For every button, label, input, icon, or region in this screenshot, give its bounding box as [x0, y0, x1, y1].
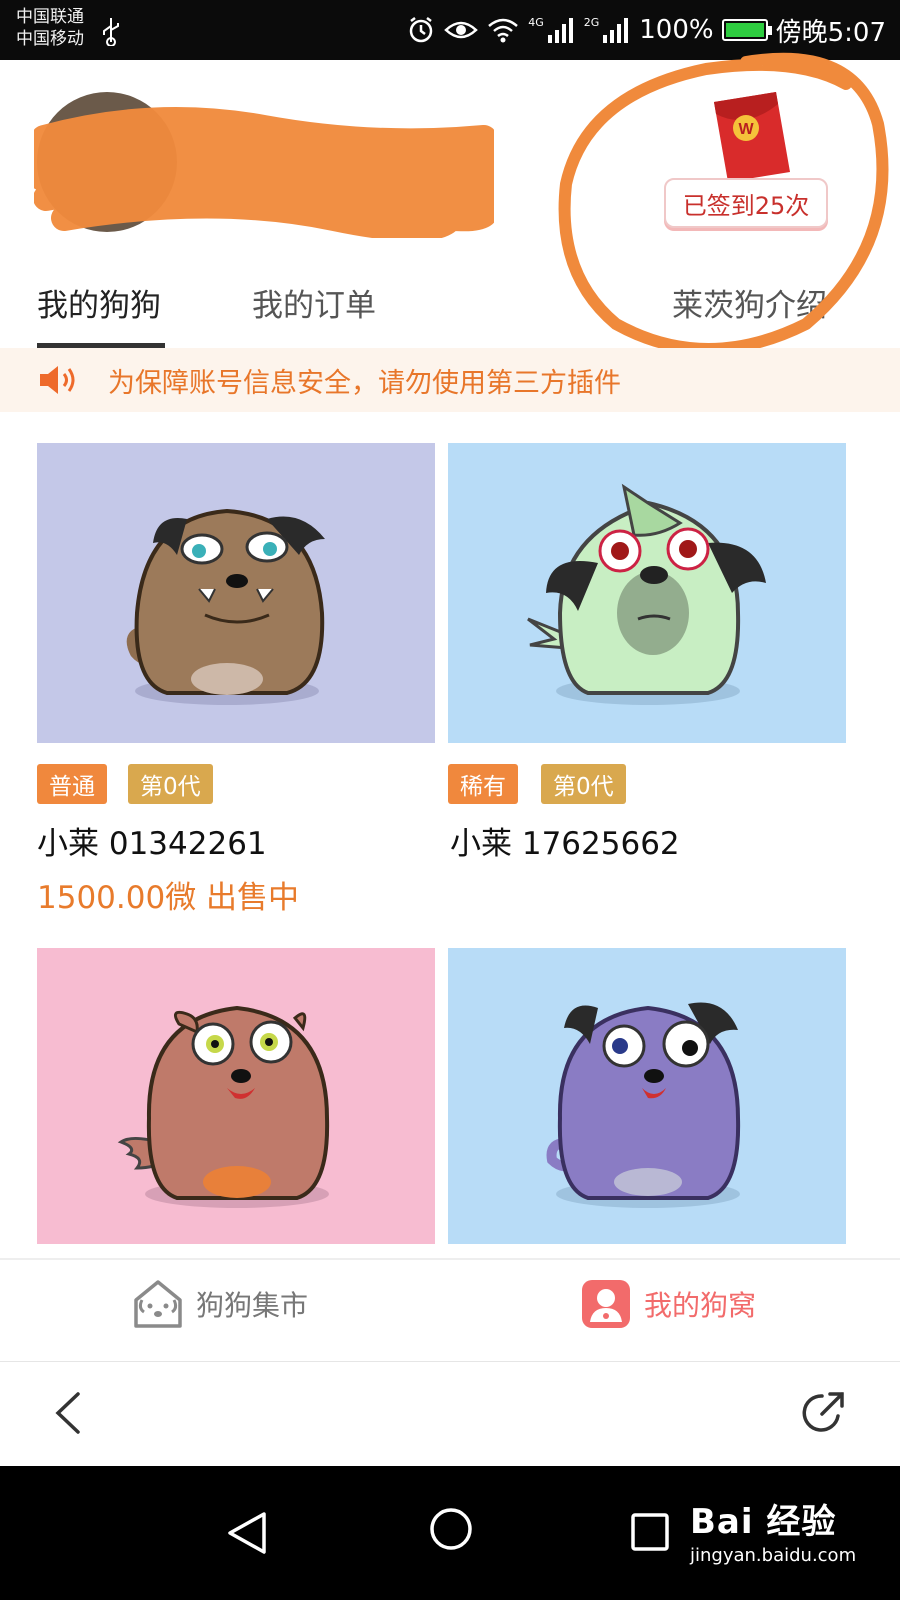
dog-card-image[interactable]: [448, 443, 846, 743]
signal-icon: [603, 18, 629, 43]
redaction-scribble: [34, 107, 494, 238]
battery-percent: 100%: [639, 15, 714, 45]
dog-name[interactable]: 小莱 01342261: [37, 818, 267, 863]
system-recent-apps-icon[interactable]: [630, 1512, 670, 1552]
carrier-1: 中国联通: [16, 7, 84, 27]
carrier-2: 中国移动: [16, 29, 84, 49]
tab-my-orders[interactable]: 我的订单: [252, 280, 376, 325]
back-arrow-icon[interactable]: [48, 1388, 88, 1438]
nav-dog-market-label: 狗狗集市: [196, 1289, 309, 1322]
wifi-icon: [488, 18, 519, 43]
dog-sale-status: 1500.00微 出售中: [37, 880, 300, 916]
network-4g-label: 4G: [528, 15, 544, 29]
dog-name[interactable]: 小莱 17625662: [450, 818, 680, 863]
generation-tag: 第0代: [541, 764, 626, 804]
annotation-circle: [558, 52, 889, 355]
tab-my-dogs[interactable]: 我的狗狗: [37, 280, 161, 325]
nav-my-kennel-label: 我的狗窝: [644, 1289, 757, 1322]
browser-toolbar: [0, 1362, 900, 1466]
dog-card-image[interactable]: [37, 443, 435, 743]
dog-house-icon: [134, 1280, 182, 1328]
dog-card-image[interactable]: [448, 948, 846, 1244]
dog-illustration: [546, 1002, 741, 1208]
watermark-main: Bai 经验: [690, 1502, 837, 1542]
alarm-icon: [409, 17, 433, 43]
rarity-tag: 普通: [37, 764, 107, 804]
user-profile-icon: [582, 1280, 630, 1328]
carrier-info: 中国联通 中国移动: [16, 6, 84, 50]
battery-icon: [721, 19, 772, 41]
generation-tag: 第0代: [128, 764, 213, 804]
system-back-icon[interactable]: [224, 1510, 270, 1556]
eye-icon: [444, 21, 479, 39]
rarity-tag: 稀有: [448, 764, 518, 804]
notice-text: 为保障账号信息安全，请勿使用第三方插件: [108, 367, 621, 399]
system-home-icon[interactable]: [428, 1506, 474, 1552]
dog-illustration: [126, 508, 325, 705]
network-2g-label: 2G: [583, 15, 600, 29]
baidu-jingyan-watermark: Bai 经验 jingyan.baidu.com: [690, 1494, 856, 1566]
nav-my-kennel[interactable]: 我的狗窝: [580, 1278, 756, 1330]
dog-illustration: [117, 1005, 330, 1208]
system-nav-bar: Bai 经验 jingyan.baidu.com: [0, 1466, 900, 1600]
watermark-url: jingyan.baidu.com: [690, 1545, 857, 1566]
dog-illustration: [527, 483, 766, 705]
nav-dog-market[interactable]: 狗狗集市: [132, 1278, 308, 1330]
clock: 傍晚5:07: [775, 17, 886, 48]
usb-icon: [103, 18, 119, 46]
dog-card-image[interactable]: [37, 948, 435, 1244]
notice-bar: 为保障账号信息安全，请勿使用第三方插件: [0, 348, 900, 412]
speaker-icon: [40, 366, 75, 394]
bottom-nav: 狗狗集市 我的狗窝: [0, 1258, 900, 1362]
share-icon[interactable]: [800, 1390, 846, 1436]
signal-icon: [547, 18, 573, 43]
